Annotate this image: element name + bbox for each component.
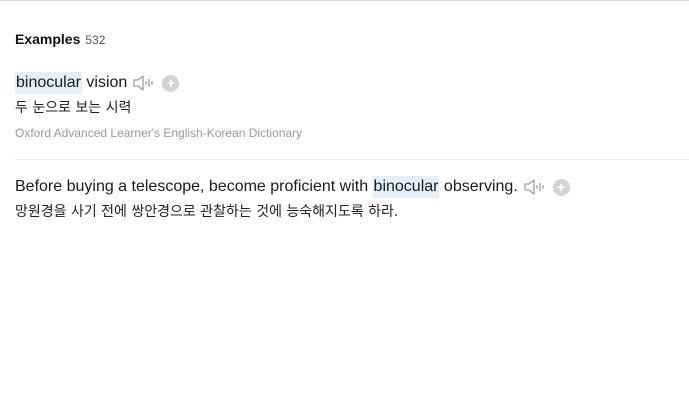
example-divider [15,159,689,160]
examples-header: Examples 532 [15,31,105,47]
sentence-text: vision [81,74,128,91]
plus-circle-icon[interactable]: + [552,178,570,196]
examples-title: Examples [15,31,81,47]
example-item: binocular vision + 두 눈으로 보는 시력 Oxford Ad… [15,72,689,140]
examples-count: 532 [85,33,106,47]
sentence-text: Before buying a telescope, become profic… [15,178,373,195]
example-translation: 망원경을 사기 전에 쌍안경으로 관찰하는 것에 능숙해지도록 하라. [15,204,399,218]
plus-circle-icon[interactable]: + [162,74,180,92]
example-sentence: Before buying a telescope, become profic… [15,176,689,198]
highlighted-term[interactable]: binocular [15,72,82,94]
example-translation: 두 눈으로 보는 시력 [15,100,132,116]
speaker-icon[interactable] [523,177,547,197]
top-divider [0,0,689,1]
example-item: Before buying a telescope, become profic… [15,176,689,218]
highlighted-term[interactable]: binocular [372,176,440,198]
dictionary-examples-panel: Examples 532 binocular vision + 두 눈으로 보는… [0,0,689,409]
sentence-text: observing. [439,178,518,195]
example-sentence: binocular vision + [15,72,689,94]
speaker-icon[interactable] [132,73,156,93]
example-source: Oxford Advanced Learner's English-Korean… [15,126,303,140]
